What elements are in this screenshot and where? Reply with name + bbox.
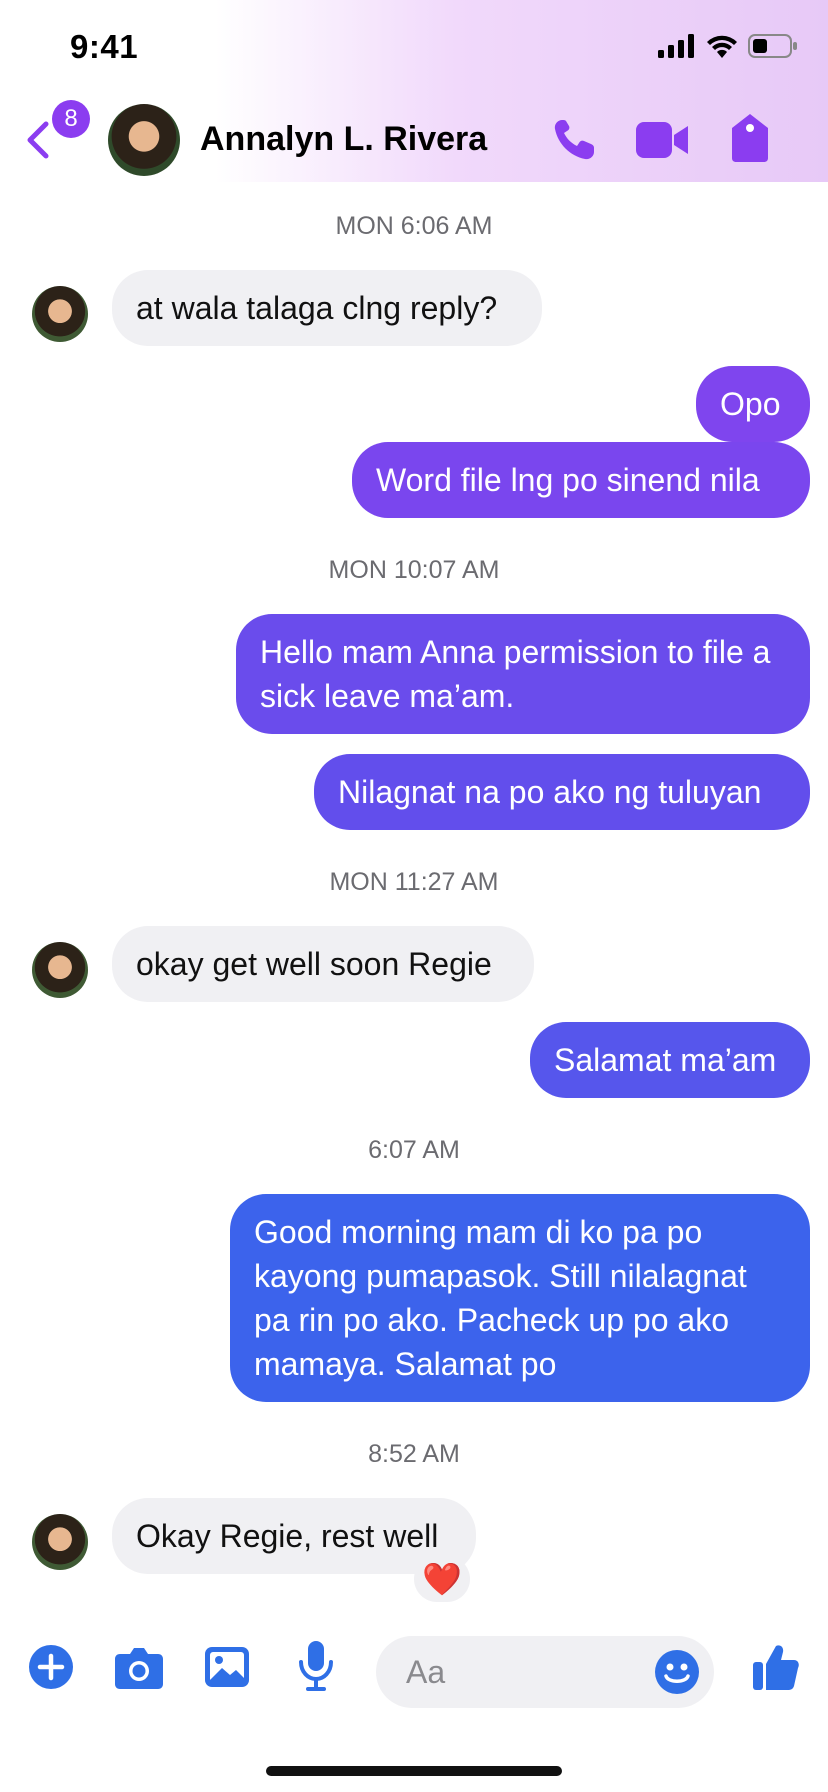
phone-icon[interactable] — [550, 116, 598, 164]
incoming-message[interactable]: okay get well soon Regie — [112, 926, 534, 1002]
status-icons — [658, 34, 798, 58]
unread-badge: 8 — [52, 100, 90, 138]
contact-name[interactable]: Annalyn L. Rivera — [200, 120, 487, 159]
microphone-icon[interactable] — [298, 1640, 334, 1692]
contact-avatar-small — [32, 942, 88, 998]
tag-icon[interactable] — [730, 112, 770, 164]
like-icon[interactable] — [752, 1642, 800, 1692]
signal-icon — [658, 34, 694, 58]
heart-reaction[interactable]: ❤️ — [414, 1556, 470, 1602]
contact-avatar[interactable] — [108, 104, 180, 176]
message-input-placeholder: Aa — [406, 1654, 446, 1690]
video-call-icon[interactable] — [634, 116, 690, 164]
outgoing-message[interactable]: Word file lng po sinend nila — [352, 442, 810, 518]
contact-avatar-small — [32, 1514, 88, 1570]
outgoing-message[interactable]: Good morning mam di ko pa po kayong puma… — [230, 1194, 810, 1402]
outgoing-message[interactable]: Salamat ma’am — [530, 1022, 810, 1098]
back-button[interactable]: 8 — [24, 100, 90, 160]
timestamp: 6:07 AM — [368, 1136, 460, 1164]
wifi-icon — [707, 35, 737, 58]
battery-icon — [748, 34, 797, 58]
status-time: 9:41 — [70, 28, 139, 65]
incoming-message[interactable]: at wala talaga clng reply? — [112, 270, 542, 346]
emoji-icon[interactable] — [654, 1649, 700, 1695]
contact-avatar-small — [32, 286, 88, 342]
camera-icon[interactable] — [114, 1644, 164, 1690]
plus-icon[interactable] — [28, 1644, 74, 1690]
message-input[interactable]: Aa — [376, 1636, 714, 1708]
timestamp: MON 11:27 AM — [329, 868, 499, 896]
outgoing-message[interactable]: Hello mam Anna permission to file a sick… — [236, 614, 810, 734]
timestamp: MON 6:06 AM — [335, 212, 493, 240]
timestamp: 8:52 AM — [368, 1440, 460, 1468]
home-indicator — [266, 1766, 562, 1776]
timestamp: MON 10:07 AM — [328, 556, 500, 584]
chevron-left-icon — [27, 121, 49, 159]
outgoing-message[interactable]: Nilagnat na po ako ng tuluyan — [314, 754, 810, 830]
composer-bar: Aa — [0, 1620, 828, 1720]
gallery-icon[interactable] — [204, 1644, 250, 1690]
outgoing-message[interactable]: Opo — [696, 366, 810, 442]
